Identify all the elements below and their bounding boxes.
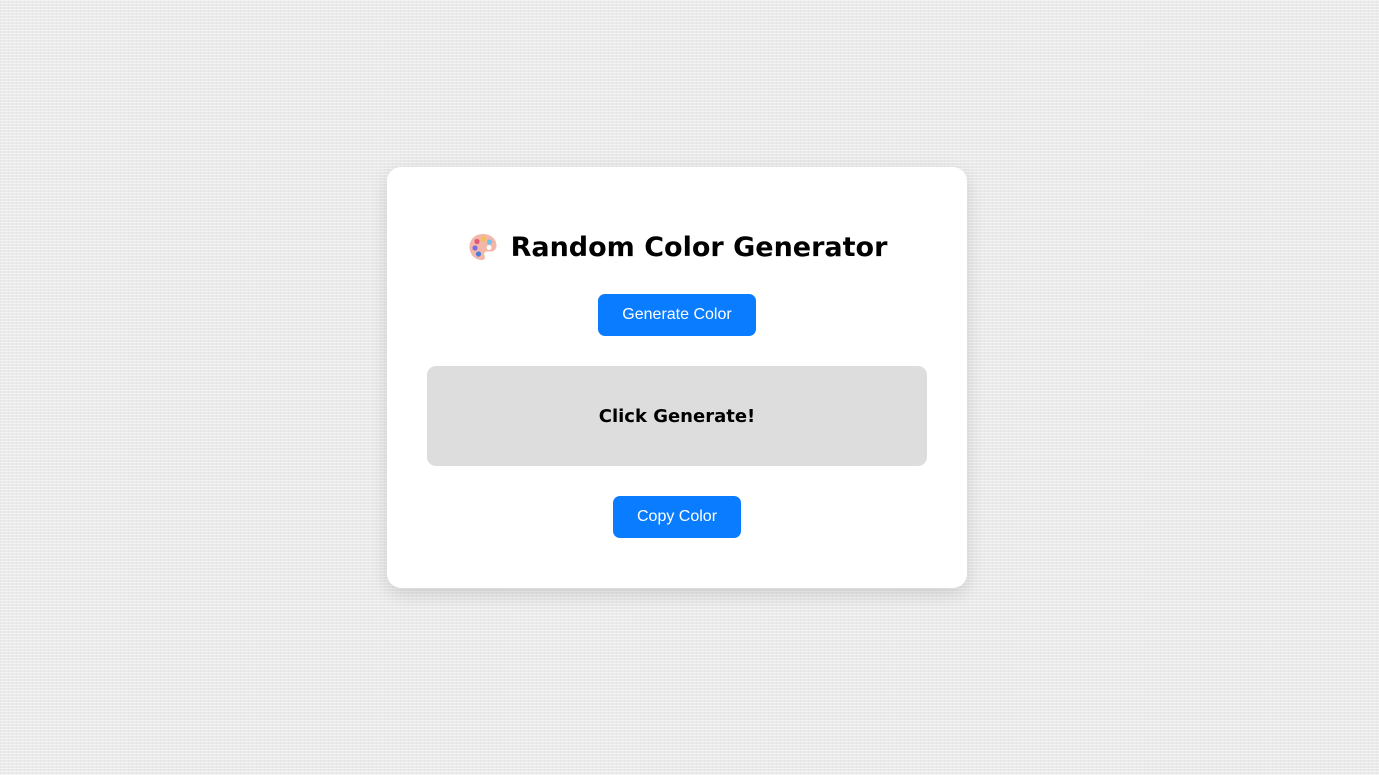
page-title: Random Color Generator (510, 231, 888, 263)
color-display-text: Click Generate! (598, 405, 756, 427)
palette-icon (467, 231, 499, 263)
generate-color-button[interactable]: Generate Color (598, 294, 756, 336)
title-row: Random Color Generator (387, 229, 967, 265)
color-display: Click Generate! (427, 366, 927, 466)
generator-card: Random Color Generator Generate Color Cl… (387, 167, 967, 588)
copy-color-button[interactable]: Copy Color (613, 496, 741, 538)
